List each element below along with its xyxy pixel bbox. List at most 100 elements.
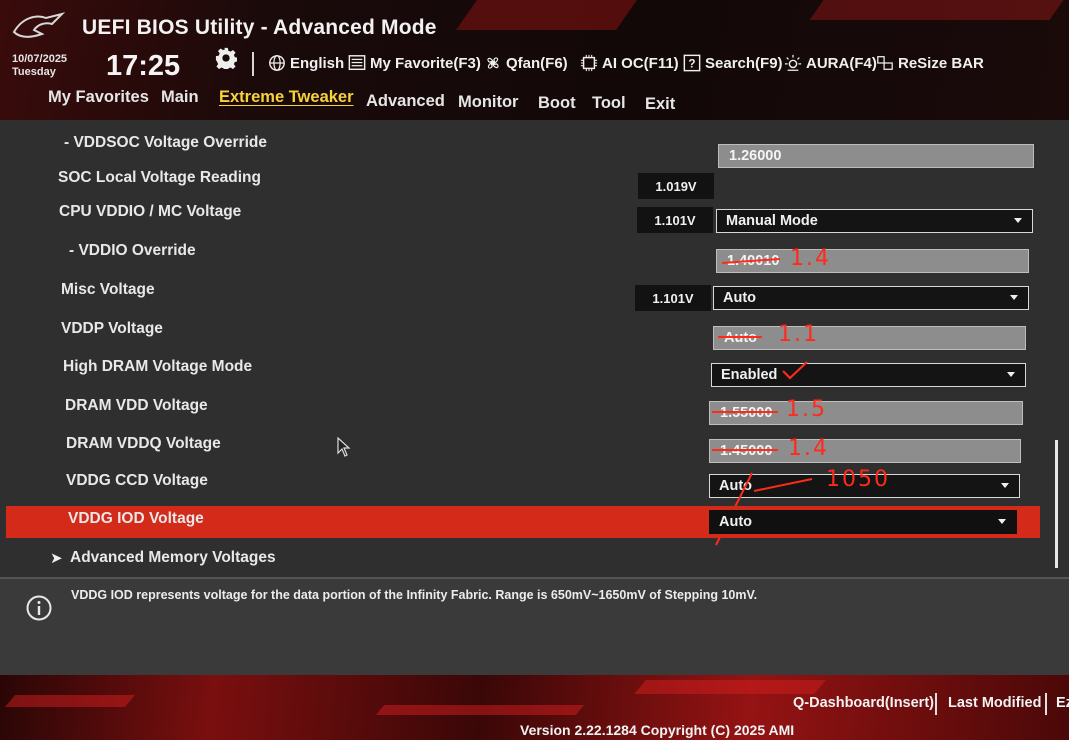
main-nav: My Favorites Main Extreme Tweaker Advanc… bbox=[0, 88, 1069, 118]
day-text: Tuesday bbox=[12, 66, 56, 78]
setting-label: DRAM VDDQ Voltage bbox=[66, 435, 221, 452]
ai-oc-label: AI OC(F11) bbox=[602, 54, 679, 72]
rog-logo-icon bbox=[12, 12, 66, 38]
footer-decoration bbox=[375, 705, 585, 715]
handwritten-annotation: 1.5 bbox=[786, 397, 827, 422]
date-text: 10/07/2025 bbox=[12, 53, 68, 65]
qfan-label: Qfan(F6) bbox=[506, 54, 568, 72]
voltage-reading: 1.101V bbox=[635, 285, 711, 311]
resize-bar-label: ReSize BAR bbox=[898, 54, 984, 72]
setting-label: DRAM VDD Voltage bbox=[65, 397, 208, 414]
setting-label: Advanced Memory Voltages bbox=[70, 549, 276, 566]
setting-row-misc-voltage[interactable]: Misc Voltage 1.101V Auto bbox=[0, 280, 1040, 318]
aura-button[interactable]: AURA(F4) bbox=[784, 54, 877, 72]
search-button[interactable]: ? Search(F9) bbox=[683, 54, 783, 72]
setting-row-vddsoc-override[interactable]: - VDDSOC Voltage Override 1.26000 bbox=[0, 130, 1040, 168]
dropdown-value: Auto bbox=[723, 290, 757, 306]
setting-label: VDDG CCD Voltage bbox=[66, 472, 208, 489]
setting-row-cpu-vddio[interactable]: CPU VDDIO / MC Voltage 1.101V Manual Mod… bbox=[0, 202, 1040, 240]
handwritten-annotation: 1.4 bbox=[790, 246, 831, 271]
tab-main[interactable]: Main bbox=[161, 88, 199, 107]
handwritten-annotation: 1.1 bbox=[778, 322, 819, 347]
help-box-icon: ? bbox=[683, 54, 701, 72]
misc-voltage-dropdown[interactable]: Auto bbox=[713, 286, 1029, 310]
header-divider bbox=[252, 52, 254, 76]
my-favorite-button[interactable]: My Favorite(F3) bbox=[348, 54, 481, 72]
language-button[interactable]: English bbox=[268, 54, 344, 72]
language-label: English bbox=[290, 54, 345, 72]
handwritten-annotation: 1050 bbox=[826, 467, 890, 492]
resize-bar-icon bbox=[877, 56, 893, 70]
tab-my-favorites[interactable]: My Favorites bbox=[48, 88, 149, 107]
chevron-down-icon bbox=[998, 519, 1006, 524]
setting-row-vddg-iod[interactable]: VDDG IOD Voltage Auto bbox=[6, 506, 1040, 538]
chevron-down-icon bbox=[1001, 483, 1009, 488]
qfan-button[interactable]: Qfan(F6) bbox=[484, 54, 568, 72]
tab-tool[interactable]: Tool bbox=[592, 94, 626, 113]
my-favorite-label: My Favorite(F3) bbox=[370, 54, 481, 72]
footer-divider bbox=[935, 693, 937, 715]
setting-label: High DRAM Voltage Mode bbox=[63, 358, 253, 375]
chip-icon bbox=[580, 54, 598, 72]
ez-mode-button[interactable]: Ez bbox=[1056, 695, 1069, 711]
vddg-iod-dropdown[interactable]: Auto bbox=[709, 510, 1017, 534]
version-text: Version 2.22.1284 Copyright (C) 2025 AMI bbox=[520, 722, 795, 738]
dropdown-value: Manual Mode bbox=[726, 213, 818, 229]
vddp-voltage-input[interactable]: Auto bbox=[713, 326, 1026, 350]
tab-extreme-tweaker[interactable]: Extreme Tweaker bbox=[219, 88, 354, 107]
resize-bar-button[interactable]: ReSize BAR bbox=[876, 54, 984, 72]
chevron-down-icon bbox=[1007, 372, 1015, 377]
dram-vdd-input[interactable]: 1.55000 bbox=[709, 401, 1023, 425]
setting-label: - VDDIO Override bbox=[69, 242, 196, 259]
header-decoration bbox=[455, 0, 645, 30]
cpu-vddio-dropdown[interactable]: Manual Mode bbox=[716, 209, 1033, 233]
setting-label: SOC Local Voltage Reading bbox=[58, 169, 261, 186]
handwritten-strike bbox=[712, 449, 778, 451]
setting-row-vddg-ccd[interactable]: VDDG CCD Voltage Auto 1050 bbox=[0, 467, 1040, 546]
dropdown-value: Auto bbox=[719, 514, 753, 530]
dropdown-value: Enabled bbox=[721, 367, 778, 383]
app-title: UEFI BIOS Utility - Advanced Mode bbox=[82, 16, 437, 39]
setting-label: VDDP Voltage bbox=[61, 320, 163, 337]
handwritten-annotation: 1.4 bbox=[788, 436, 829, 461]
header-decoration bbox=[809, 0, 1069, 20]
voltage-reading: 1.101V bbox=[637, 207, 713, 233]
setting-label: CPU VDDIO / MC Voltage bbox=[59, 203, 242, 220]
high-dram-mode-dropdown[interactable]: Enabled bbox=[711, 363, 1026, 387]
last-modified-button[interactable]: Last Modified bbox=[948, 695, 1041, 711]
handwritten-checkmark-icon bbox=[782, 361, 808, 380]
chevron-right-icon: ➤ bbox=[50, 550, 63, 567]
tab-exit[interactable]: Exit bbox=[645, 95, 675, 114]
search-label: Search(F9) bbox=[705, 54, 783, 72]
mouse-cursor-icon bbox=[337, 437, 351, 457]
q-dashboard-button[interactable]: Q-Dashboard(Insert) bbox=[793, 695, 934, 711]
fan-icon bbox=[487, 57, 499, 69]
setting-row-vddio-override[interactable]: - VDDIO Override 1.40010 1.4 bbox=[0, 240, 1040, 278]
globe-icon bbox=[269, 55, 285, 71]
dram-vddq-input[interactable]: 1.45000 bbox=[709, 439, 1021, 463]
aura-label: AURA(F4) bbox=[806, 54, 877, 72]
setting-label: VDDG IOD Voltage bbox=[68, 510, 204, 527]
setting-row-vddp-voltage[interactable]: VDDP Voltage Auto 1.1 bbox=[0, 319, 1040, 357]
footer-decoration bbox=[634, 680, 826, 694]
vddsoc-override-input[interactable]: 1.26000 bbox=[718, 144, 1034, 168]
setting-row-dram-vdd[interactable]: DRAM VDD Voltage 1.55000 1.5 bbox=[0, 396, 1040, 434]
info-icon bbox=[26, 595, 52, 621]
tab-monitor[interactable]: Monitor bbox=[458, 93, 518, 112]
setting-row-high-dram-mode[interactable]: High DRAM Voltage Mode Enabled bbox=[0, 357, 1040, 395]
svg-text:?: ? bbox=[688, 58, 695, 71]
handwritten-strike bbox=[718, 336, 762, 338]
ai-oc-button[interactable]: AI OC(F11) bbox=[580, 54, 679, 72]
help-panel: VDDG IOD represents voltage for the data… bbox=[0, 577, 1069, 677]
chevron-down-icon bbox=[1014, 218, 1022, 223]
chevron-down-icon bbox=[1010, 295, 1018, 300]
scrollbar[interactable] bbox=[1055, 440, 1058, 568]
footer-divider bbox=[1045, 693, 1047, 715]
header-bar: UEFI BIOS Utility - Advanced Mode 10/07/… bbox=[0, 0, 1069, 120]
setting-label: - VDDSOC Voltage Override bbox=[64, 134, 267, 151]
tab-advanced[interactable]: Advanced bbox=[366, 92, 445, 111]
setting-label: Misc Voltage bbox=[61, 281, 155, 298]
settings-panel: - VDDSOC Voltage Override 1.26000 SOC Lo… bbox=[0, 120, 1069, 577]
tab-boot[interactable]: Boot bbox=[538, 94, 576, 113]
gear-icon[interactable] bbox=[215, 47, 237, 69]
